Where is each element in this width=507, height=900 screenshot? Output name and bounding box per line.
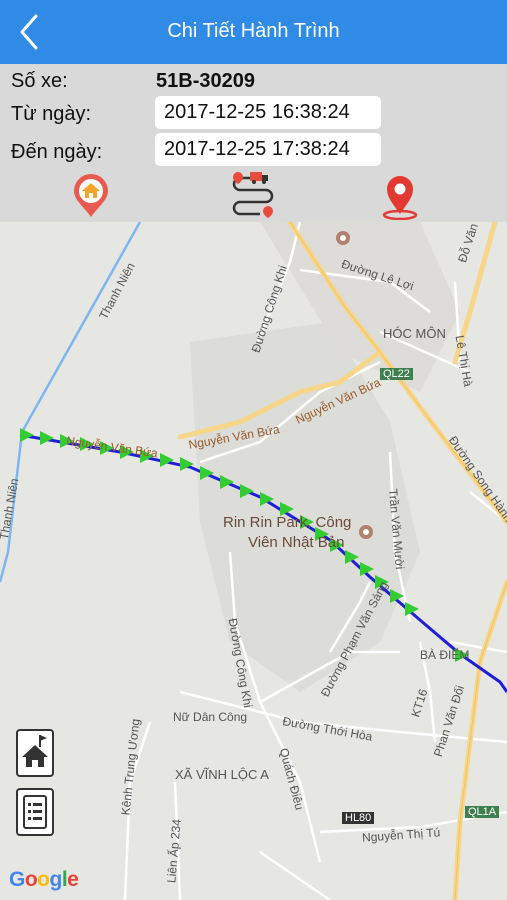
map-label: XÃ VĨNH LỘC A [175,767,269,782]
map-label: QL1A [465,806,500,818]
trip-info-panel: Số xe: 51B-30209 Từ ngày: 2017-12-25 16:… [0,64,507,222]
from-date-field[interactable]: 2017-12-25 16:38:24 [155,96,381,129]
home-flag-button[interactable] [16,729,54,777]
plate-value: 51B-30209 [156,70,255,92]
route-icon [232,172,274,218]
to-date-field[interactable]: 2017-12-25 17:38:24 [155,133,381,166]
map-label: QL22 [380,368,413,380]
home-location-button[interactable] [72,174,110,218]
plate-label: Số xe: [11,70,68,92]
location-pin-icon [382,176,418,221]
to-date-label: Đến ngày: [11,141,103,163]
map-canvas [0,222,507,900]
home-pin-icon [74,174,108,217]
home-flag-icon [22,735,48,767]
map-label: HÓC MÔN [383,326,446,341]
map-label: BÀ ĐIỂM [420,648,470,662]
park-label-line1: Rin Rin Park, Công [223,514,352,531]
list-button[interactable] [16,788,54,836]
route-button[interactable] [230,170,276,218]
from-date-label: Từ ngày: [11,103,92,125]
nav-bar: Chi Tiết Hành Trình [0,0,507,64]
location-button[interactable] [381,174,419,221]
google-logo: Google [9,868,79,891]
map-label: Nữ Dân Công [173,710,248,724]
map-view[interactable]: Thanh Niên Thanh Niên Đường Công Khi Đườ… [0,222,507,900]
park-label-line2: Viên Nhật Bản [248,534,345,551]
page-title: Chi Tiết Hành Trình [167,20,340,42]
list-icon [23,795,47,829]
map-label: HL80 [342,812,375,824]
